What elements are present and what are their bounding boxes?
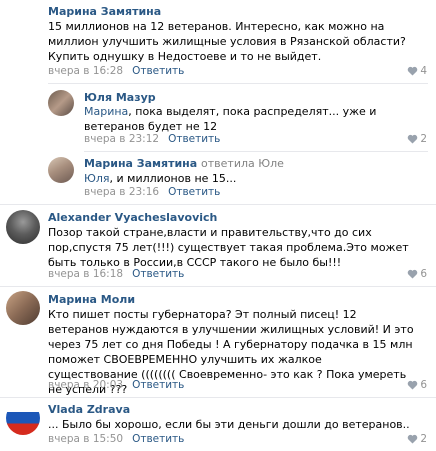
comment-text: Марина, пока выделят, пока распределят..… xyxy=(84,105,377,133)
reply-button[interactable]: Ответить xyxy=(132,379,184,391)
comment-time[interactable]: вчера в 15:50 xyxy=(48,433,123,445)
heart-icon xyxy=(408,380,418,390)
reply-button[interactable]: Ответить xyxy=(132,65,184,77)
separator xyxy=(48,83,428,84)
comment-author[interactable]: Alexander Vyacheslavovich xyxy=(48,211,217,224)
separator xyxy=(0,204,436,205)
like-button[interactable]: 2 xyxy=(407,133,427,145)
comment-author[interactable]: Марина Моли xyxy=(48,293,135,306)
comment-author: Марина Замятина ответила Юле xyxy=(84,157,284,170)
comment-meta: вчера в 15:50 Ответить xyxy=(48,433,184,445)
reply-button[interactable]: Ответить xyxy=(132,433,184,445)
reply-button[interactable]: Ответить xyxy=(168,133,220,145)
separator xyxy=(0,397,436,398)
comment-text: Позор такой стране,власти и правительств… xyxy=(48,226,409,269)
comment-text: ... Было бы хорошо, если бы эти деньги д… xyxy=(48,418,410,431)
comment-time[interactable]: вчера в 23:16 xyxy=(84,186,159,198)
like-button[interactable]: 6 xyxy=(407,379,427,391)
comment-meta: вчера в 23:16 Ответить xyxy=(84,186,220,198)
comment-author[interactable]: Марина Замятина xyxy=(48,5,161,18)
separator xyxy=(84,151,428,152)
mention-link[interactable]: Марина xyxy=(84,105,128,118)
comment-text: Юля, и миллионов не 15... xyxy=(84,172,237,185)
comment-text: 15 миллионов на 12 ветеранов. Интересно,… xyxy=(48,20,406,63)
like-count: 2 xyxy=(420,433,427,445)
comment-author[interactable]: Юля Мазур xyxy=(84,91,156,104)
avatar[interactable] xyxy=(48,90,74,116)
comment-meta: вчера в 23:12 Ответить xyxy=(84,133,220,145)
like-count: 2 xyxy=(420,133,427,145)
avatar[interactable] xyxy=(6,291,40,325)
reply-button[interactable]: Ответить xyxy=(132,268,184,280)
comment-time[interactable]: вчера в 16:18 xyxy=(48,268,123,280)
mention-link[interactable]: Юля xyxy=(84,172,110,185)
heart-icon xyxy=(408,66,418,76)
comment-meta: вчера в 20:03 Ответить xyxy=(48,379,184,391)
comment-time[interactable]: вчера в 16:28 xyxy=(48,65,123,77)
like-button[interactable]: 4 xyxy=(407,65,427,77)
like-count: 6 xyxy=(420,379,427,391)
reply-to-label[interactable]: ответила Юле xyxy=(201,157,284,170)
heart-icon xyxy=(408,269,418,279)
comment-author[interactable]: Vlada Zdrava xyxy=(48,403,130,416)
like-count: 6 xyxy=(420,268,427,280)
heart-icon xyxy=(408,134,418,144)
avatar[interactable] xyxy=(48,157,74,183)
heart-icon xyxy=(408,434,418,444)
comment-time[interactable]: вчера в 23:12 xyxy=(84,133,159,145)
like-button[interactable]: 6 xyxy=(407,268,427,280)
comment-meta: вчера в 16:28 Ответить xyxy=(48,65,184,77)
like-count: 4 xyxy=(420,65,427,77)
separator xyxy=(0,286,436,287)
comment-time[interactable]: вчера в 20:03 xyxy=(48,379,123,391)
like-button[interactable]: 2 xyxy=(407,433,427,445)
avatar[interactable] xyxy=(6,210,40,244)
reply-button[interactable]: Ответить xyxy=(168,186,220,198)
comment-meta: вчера в 16:18 Ответить xyxy=(48,268,184,280)
avatar[interactable] xyxy=(6,401,40,435)
